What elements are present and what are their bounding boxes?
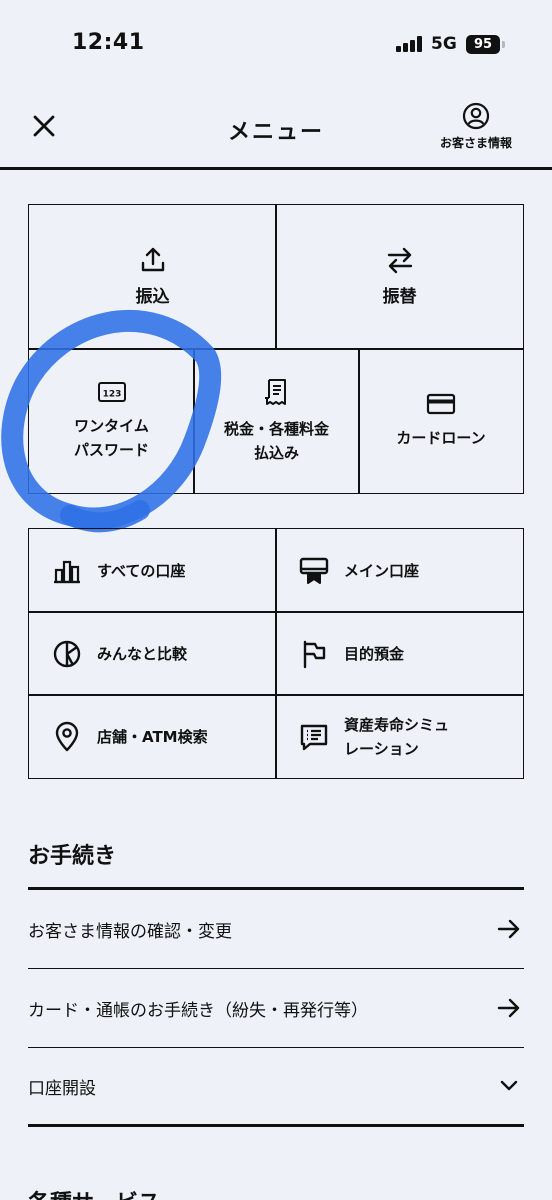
account-opening-expander[interactable]: 口座開設 <box>28 1048 524 1127</box>
list-item-label: お客さま情報の確認・変更 <box>28 921 232 942</box>
main-account-icon <box>299 557 329 584</box>
pie-compare-icon <box>53 640 81 667</box>
customer-info-change-link[interactable]: お客さま情報の確認・変更 <box>28 890 524 969</box>
customer-info-button[interactable]: お客さま情報 <box>424 102 528 160</box>
card-loan-button[interactable]: カードローン <box>358 348 524 494</box>
arrow-right-icon <box>497 998 520 1018</box>
list-chat-icon <box>300 724 328 750</box>
goal-deposit-label: 目的預金 <box>344 644 405 663</box>
battery-tip <box>502 41 505 48</box>
bar-chart-icon <box>54 560 80 583</box>
location-pin-icon <box>55 721 79 751</box>
header: メニュー お客さま情報 <box>0 92 552 170</box>
svg-text:123: 123 <box>102 390 121 400</box>
goal-deposit-button[interactable]: 目的預金 <box>275 611 524 696</box>
tax-payment-button[interactable]: 税金・各種料金 払込み <box>193 348 360 494</box>
status-bar: 12:41 5G 95 <box>0 0 552 92</box>
network-type: 5G <box>431 34 457 54</box>
upload-icon <box>141 247 164 272</box>
compare-button[interactable]: みんなと比較 <box>28 611 277 696</box>
compare-label: みんなと比較 <box>97 644 188 663</box>
procedures-title: お手続き <box>28 844 117 869</box>
procedures-list: お客さま情報の確認・変更 カード・通帳のお手続き（紛失・再発行等） 口座開設 <box>28 887 524 1127</box>
arrow-right-icon <box>497 919 520 939</box>
otp-123-icon: 123 <box>97 382 126 402</box>
one-time-password-button[interactable]: 123 ワンタイム パスワード <box>28 348 195 494</box>
card-loan-label: カードローン <box>396 429 486 447</box>
transfer-button[interactable]: 振込 <box>28 204 277 350</box>
status-time: 12:41 <box>72 30 145 55</box>
user-circle-icon <box>462 102 490 130</box>
swap-arrows-icon <box>387 247 412 274</box>
card-passbook-procedures-link[interactable]: カード・通帳のお手続き（紛失・再発行等） <box>28 969 524 1048</box>
all-accounts-label: すべての口座 <box>97 561 186 580</box>
receipt-icon <box>264 379 286 405</box>
one-time-password-label: ワンタイム パスワード <box>73 417 149 459</box>
flag-icon <box>303 640 326 668</box>
asset-simulation-label: 資産寿命シミュ レーション <box>344 715 450 758</box>
signal-icon <box>396 36 424 52</box>
list-item-label: カード・通帳のお手続き（紛失・再発行等） <box>28 1000 368 1021</box>
branch-atm-search-label: 店舗・ATM検索 <box>97 727 208 746</box>
credit-card-icon <box>426 393 456 415</box>
branch-atm-search-button[interactable]: 店舗・ATM検索 <box>28 694 277 779</box>
battery-icon: 95 <box>466 35 500 54</box>
services-title: 各種サービス <box>28 1185 160 1200</box>
account-transfer-button[interactable]: 振替 <box>275 204 524 350</box>
tax-payment-label: 税金・各種料金 払込み <box>223 420 329 462</box>
main-account-button[interactable]: メイン口座 <box>275 528 524 613</box>
transfer-label: 振込 <box>135 287 170 307</box>
list-item-label: 口座開設 <box>28 1078 96 1099</box>
asset-simulation-button[interactable]: 資産寿命シミュ レーション <box>275 694 524 779</box>
main-account-label: メイン口座 <box>344 561 420 580</box>
chevron-down-icon <box>500 1080 518 1091</box>
customer-info-label: お客さま情報 <box>439 136 512 150</box>
account-transfer-label: 振替 <box>382 287 417 307</box>
all-accounts-button[interactable]: すべての口座 <box>28 528 277 613</box>
